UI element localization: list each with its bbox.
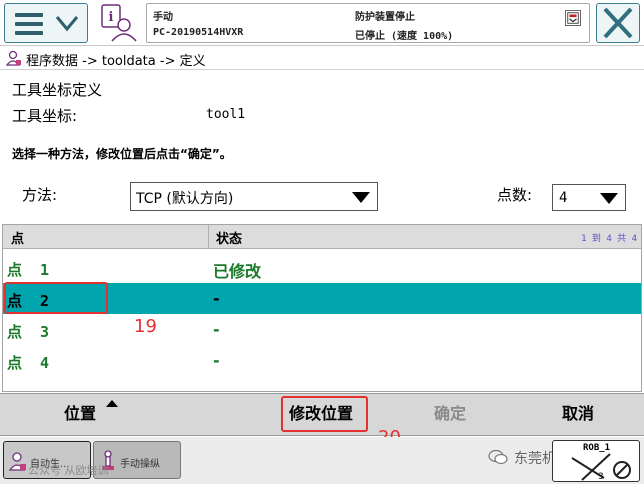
breadcrumb-path: 程序数据 -> tooldata -> 定义 (26, 54, 206, 69)
point-count-label: 点数: (497, 186, 533, 204)
svg-text:i: i (109, 10, 114, 25)
point-name: 点 1 (7, 261, 50, 279)
tool-label: 工具坐标: (12, 107, 78, 125)
program-data-icon (5, 50, 21, 66)
top-bar: i 手动 PC-20190514HVXR 防护装置停止 已停止 (速度 100%… (0, 0, 644, 46)
point-count-dropdown[interactable]: 4 (552, 184, 626, 211)
method-value: TCP (默认方向) (136, 191, 234, 207)
caret-up-icon (106, 400, 118, 407)
guard-status: 防护装置停止 (355, 12, 415, 23)
column-header-status: 状态 (216, 232, 243, 247)
table-header: 点 状态 1 到 4 共 4 (3, 225, 641, 249)
point-count-value: 4 (559, 190, 568, 206)
event-log-icon[interactable] (565, 10, 581, 26)
chevron-down-icon (55, 16, 79, 32)
point-status: 已修改 (213, 262, 262, 281)
row-range-indicator: 1 到 4 共 4 (581, 234, 637, 244)
svg-text:3: 3 (598, 472, 604, 482)
close-icon (603, 7, 633, 39)
wechat-icon (488, 449, 508, 465)
operating-mode: 手动 (153, 12, 173, 23)
tool-value: tool1 (206, 107, 246, 122)
controller-name: PC-20190514HVXR (153, 27, 244, 38)
column-header-point: 点 (11, 232, 25, 247)
point-status: - (213, 289, 220, 308)
position-button[interactable]: 位置 (0, 394, 160, 435)
status-panel: 手动 PC-20190514HVXR 防护装置停止 已停止 (速度 100%) (146, 3, 590, 43)
cancel-button[interactable]: 取消 (498, 394, 644, 435)
task-label: 手动操纵 (120, 459, 160, 470)
table-row[interactable]: 点 3 - (3, 314, 641, 345)
point-name: 点 4 (7, 354, 50, 372)
page-title: 工具坐标定义 (12, 81, 103, 99)
annotation-highlight-box (4, 282, 108, 314)
method-label: 方法: (22, 186, 58, 204)
hamburger-icon (15, 13, 43, 35)
method-dropdown[interactable]: TCP (默认方向) (130, 182, 378, 211)
auto-production-icon (8, 452, 26, 471)
robot-coordinate-icon: 3 (571, 453, 631, 482)
dropdown-arrow-icon (600, 193, 618, 204)
quickset-robot-button[interactable]: ROB_1 3 (552, 440, 640, 482)
instruction-text: 选择一种方法，修改位置后点击“确定”。 (12, 147, 232, 161)
point-status: - (213, 351, 220, 370)
annotation-number: 19 (134, 316, 157, 337)
table-row[interactable]: 点 1 已修改 (3, 252, 641, 283)
annotation-highlight-box (281, 396, 368, 432)
point-status: - (213, 320, 220, 339)
dropdown-arrow-icon (352, 192, 370, 203)
point-name: 点 3 (7, 323, 50, 341)
operator-info-icon[interactable]: i (96, 3, 142, 43)
watermark-text: 公众号 从欧培训 (28, 464, 109, 477)
run-state: 已停止 (速度 100%) (355, 31, 454, 42)
close-button[interactable] (596, 3, 640, 43)
main-menu-button[interactable] (4, 3, 88, 43)
table-row[interactable]: 点 4 - (3, 345, 641, 376)
column-divider (208, 225, 209, 249)
breadcrumb: 程序数据 -> tooldata -> 定义 (0, 46, 644, 70)
